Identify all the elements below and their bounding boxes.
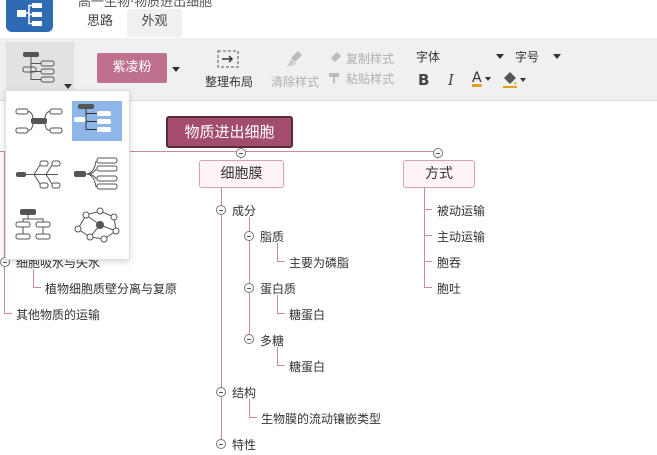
node-sugar-child[interactable]: 糖蛋白 — [289, 358, 325, 375]
font-family-select[interactable]: 字体 — [416, 48, 506, 66]
collapse-toggle-icon[interactable] — [216, 205, 226, 215]
org-chart-layout-icon — [15, 209, 51, 240]
collapse-toggle-icon[interactable] — [244, 334, 254, 344]
tab-appearance[interactable]: 外观 — [127, 9, 182, 37]
theme-chevron-down-icon[interactable] — [172, 67, 180, 72]
copy-brush-icon — [331, 52, 341, 62]
font-color-button[interactable]: A — [472, 70, 496, 92]
font-label: 字体 — [416, 50, 441, 64]
branch-line — [221, 187, 222, 444]
node-lipid-child[interactable]: 主要为磷脂 — [289, 254, 349, 271]
title-bar: 高一生物·物质进出细胞 思路 外观 — [0, 0, 657, 38]
node-method[interactable]: 方式 — [403, 160, 475, 188]
collapse-toggle-icon[interactable] — [244, 231, 254, 241]
branch-line — [424, 235, 432, 236]
font-size-select[interactable]: 字号 — [515, 48, 563, 66]
theme-select[interactable]: 紫凌粉 — [97, 53, 167, 83]
layout-option-org-chart[interactable] — [14, 205, 64, 245]
collapse-toggle-icon[interactable] — [244, 283, 254, 293]
node-membrane[interactable]: 细胞膜 — [199, 160, 284, 188]
branch-line — [277, 313, 285, 314]
node-protein[interactable]: 蛋白质 — [260, 280, 296, 297]
layout-popup-menu — [5, 90, 130, 260]
branch-line — [277, 243, 278, 261]
node-property[interactable]: 特性 — [232, 436, 256, 453]
arrange-layout-label: 整理布局 — [204, 74, 253, 89]
free-graph-layout-icon — [74, 207, 120, 243]
paste-style-button[interactable]: 粘贴样式 — [328, 69, 394, 87]
paste-style-label: 粘贴样式 — [346, 71, 395, 86]
app-logo[interactable] — [6, 0, 53, 32]
node-protein-child[interactable]: 糖蛋白 — [289, 306, 325, 323]
node-method-item[interactable]: 被动运输 — [437, 202, 485, 219]
fill-color-chevron-icon — [520, 78, 526, 82]
branch-line — [424, 209, 432, 210]
layout-option-fishbone-left[interactable] — [14, 153, 64, 193]
root-node[interactable]: 物质进出细胞 — [166, 116, 293, 148]
branch-line — [249, 417, 257, 418]
collapse-toggle-icon[interactable] — [216, 387, 226, 397]
copy-style-button[interactable]: 复制样式 — [328, 49, 394, 67]
mind-map-layout-icon — [15, 108, 63, 134]
clear-style-label: 清除样式 — [270, 74, 319, 89]
collapse-toggle-icon[interactable] — [216, 439, 226, 449]
org-tree-layout-icon — [74, 104, 111, 132]
layout-option-free-graph[interactable] — [72, 205, 122, 245]
branch-line — [277, 295, 278, 313]
node-structure-child[interactable]: 生物膜的流动镶嵌类型 — [261, 410, 381, 427]
node-structure[interactable]: 结构 — [232, 384, 256, 401]
font-color-label: A — [472, 70, 482, 86]
layout-option-fishbone-right[interactable] — [72, 153, 122, 193]
node-plasmolysis[interactable]: 植物细胞质壁分离与复原 — [45, 280, 177, 297]
layout-select-button[interactable] — [6, 42, 74, 92]
fishbone-left-layout-icon — [16, 160, 61, 189]
branch-line — [424, 261, 432, 262]
paste-roller-icon — [329, 73, 339, 83]
fishbone-right-layout-icon — [74, 157, 118, 190]
branch-line — [249, 399, 250, 417]
tab-outline[interactable]: 思路 — [78, 9, 122, 37]
node-method-item[interactable]: 胞吞 — [437, 254, 461, 271]
font-chevron-down-icon — [496, 54, 504, 59]
layout-option-org-tree[interactable] — [72, 101, 122, 141]
font-color-chevron-icon — [485, 77, 491, 81]
node-sugar[interactable]: 多糖 — [260, 332, 284, 349]
node-composition[interactable]: 成分 — [232, 202, 256, 219]
arrange-layout-button[interactable]: 整理布局 — [202, 46, 256, 92]
paint-bucket-icon — [503, 72, 517, 88]
node-method-item[interactable]: 主动运输 — [437, 228, 485, 245]
collapse-toggle-icon[interactable] — [236, 148, 246, 158]
chevron-down-icon — [64, 84, 72, 89]
branch-line — [277, 261, 285, 262]
brush-icon — [287, 50, 302, 67]
branch-line — [277, 347, 278, 365]
mindmap-logo-icon — [17, 3, 42, 26]
branch-line — [4, 313, 12, 314]
collapse-toggle-icon[interactable] — [433, 148, 443, 158]
branch-line — [277, 365, 285, 366]
org-tree-icon — [22, 52, 55, 83]
node-other-transport[interactable]: 其他物质的运输 — [16, 306, 100, 323]
branch-line — [33, 269, 34, 287]
clear-style-button[interactable]: 清除样式 — [268, 46, 322, 92]
layout-option-mind-map[interactable] — [14, 101, 64, 141]
size-chevron-down-icon — [553, 54, 561, 59]
node-lipid[interactable]: 脂质 — [260, 228, 284, 245]
size-label: 字号 — [515, 50, 540, 64]
arrange-layout-icon — [217, 50, 239, 67]
bold-button[interactable]: B — [418, 71, 429, 89]
italic-button[interactable]: I — [448, 71, 454, 89]
branch-line — [424, 287, 432, 288]
fill-color-button[interactable] — [501, 70, 529, 92]
copy-style-label: 复制样式 — [346, 51, 395, 66]
branch-line — [424, 187, 425, 287]
node-method-item[interactable]: 胞吐 — [437, 280, 461, 297]
branch-line — [33, 287, 41, 288]
